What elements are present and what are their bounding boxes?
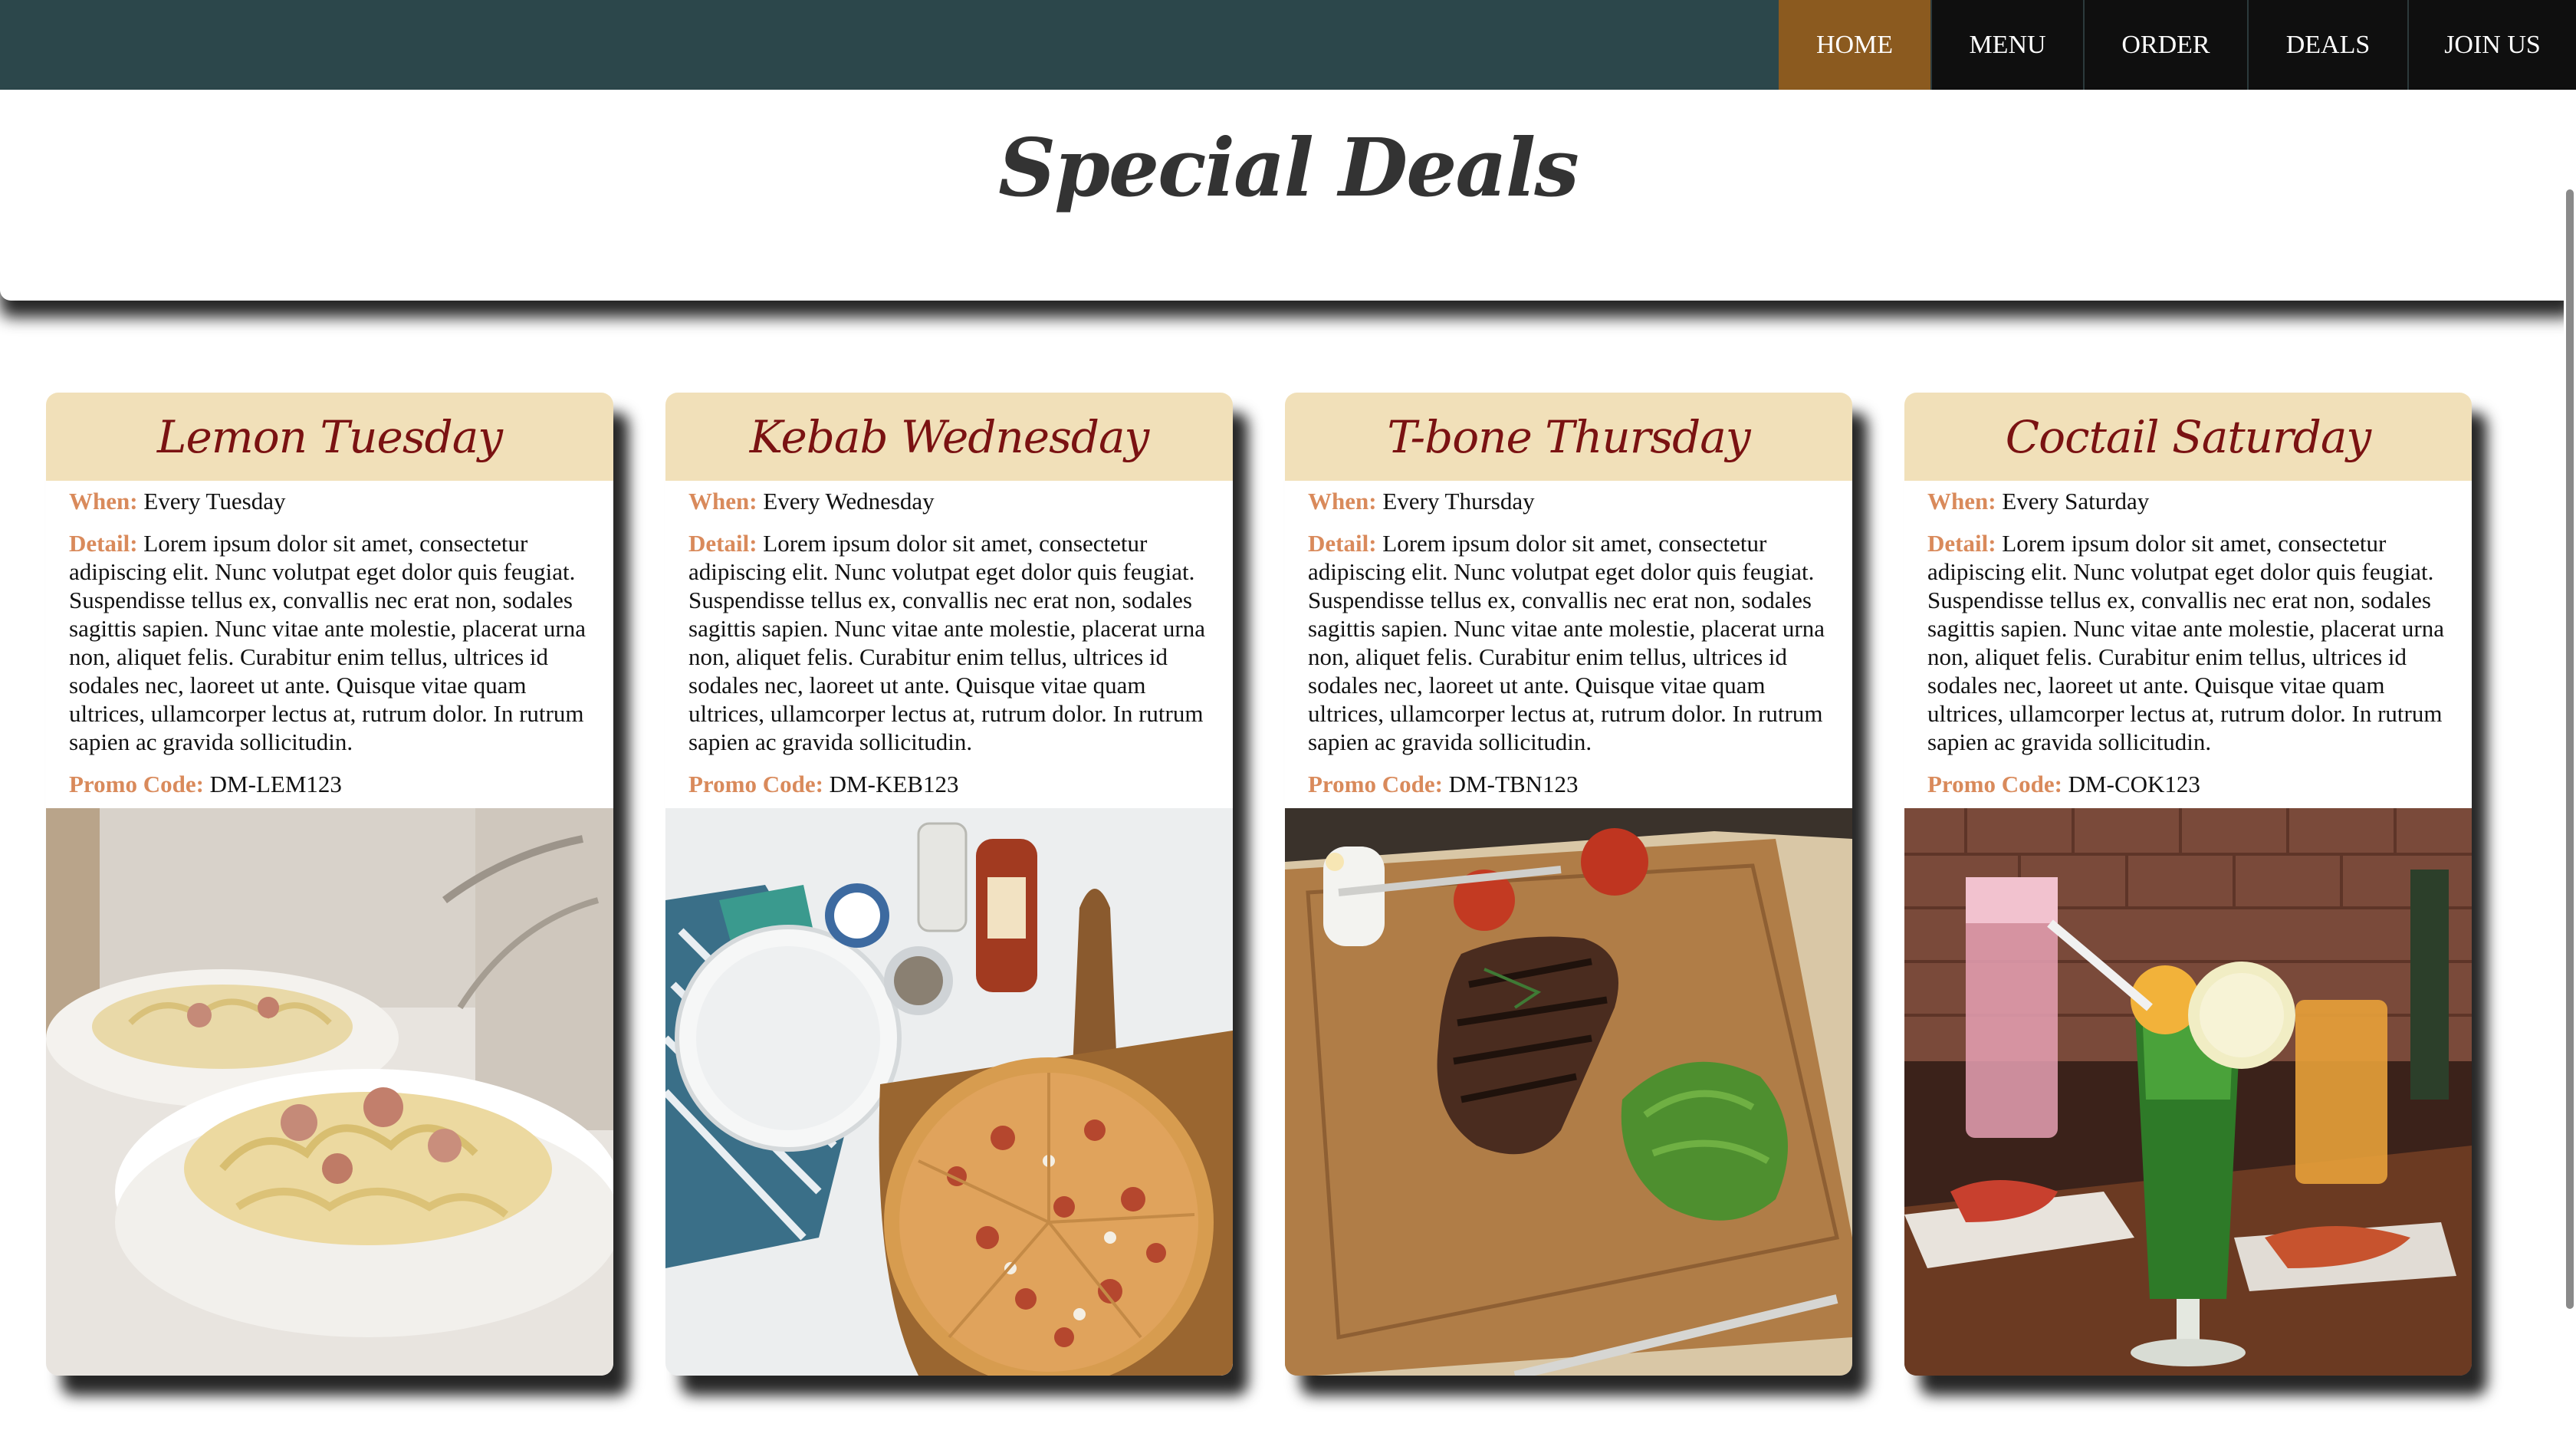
nav-deals-link[interactable]: DEALS xyxy=(2247,0,2407,90)
deal-card-header: T-bone Thursday xyxy=(1285,393,1852,481)
deal-promo: Promo Code: DM-COK123 xyxy=(1927,770,2463,798)
when-label: When: xyxy=(1927,488,1996,515)
deal-promo: Promo Code: DM-TBN123 xyxy=(1308,770,1843,798)
when-value: Every Thursday xyxy=(1382,488,1535,515)
deal-card-header: Coctail Saturday xyxy=(1904,393,2472,481)
deal-when: When: Every Saturday xyxy=(1927,487,2463,515)
detail-label: Detail: xyxy=(1927,530,1996,557)
scrollbar-thumb[interactable] xyxy=(2566,189,2574,1309)
when-label: When: xyxy=(1308,488,1377,515)
deal-card-tbone-thursday: T-bone Thursday When: Every Thursday Det… xyxy=(1285,393,1852,1376)
page-header: Special Deals xyxy=(0,90,2576,301)
deal-title: Kebab Wednesday xyxy=(749,410,1150,463)
deal-card-kebab-wednesday: Kebab Wednesday When: Every Wednesday De… xyxy=(665,393,1233,1376)
promo-label: Promo Code: xyxy=(1308,771,1443,797)
deal-card-header: Lemon Tuesday xyxy=(46,393,613,481)
when-label: When: xyxy=(688,488,757,515)
deal-title: Coctail Saturday xyxy=(2005,410,2371,463)
nav-order-link[interactable]: ORDER xyxy=(2083,0,2247,90)
detail-label: Detail: xyxy=(69,530,138,557)
deal-detail: Detail: Lorem ipsum dolor sit amet, cons… xyxy=(1308,529,1843,756)
when-label: When: xyxy=(69,488,138,515)
page-title: Special Deals xyxy=(998,120,1579,215)
detail-value: Lorem ipsum dolor sit amet, consectetur … xyxy=(1308,530,1825,755)
detail-value: Lorem ipsum dolor sit amet, consectetur … xyxy=(69,530,586,755)
page-scrollbar[interactable] xyxy=(2564,90,2576,1440)
deal-title: T-bone Thursday xyxy=(1387,410,1750,463)
detail-value: Lorem ipsum dolor sit amet, consectetur … xyxy=(1927,530,2445,755)
nav-home-link[interactable]: HOME xyxy=(1779,0,1930,90)
deal-card-body: When: Every Thursday Detail: Lorem ipsum… xyxy=(1285,481,1852,798)
deal-card-coctail-saturday: Coctail Saturday When: Every Saturday De… xyxy=(1904,393,2472,1376)
deal-card-body: When: Every Tuesday Detail: Lorem ipsum … xyxy=(46,481,613,798)
deal-card-body: When: Every Saturday Detail: Lorem ipsum… xyxy=(1904,481,2472,798)
deal-detail: Detail: Lorem ipsum dolor sit amet, cons… xyxy=(69,529,604,756)
cocktail-glass-image xyxy=(1904,808,2472,1376)
promo-code: DM-LEM123 xyxy=(209,771,342,797)
detail-label: Detail: xyxy=(688,530,757,557)
deal-promo: Promo Code: DM-LEM123 xyxy=(69,770,604,798)
promo-code: DM-KEB123 xyxy=(829,771,959,797)
detail-value: Lorem ipsum dolor sit amet, consectetur … xyxy=(688,530,1206,755)
deal-cards: Lemon Tuesday When: Every Tuesday Detail… xyxy=(46,393,2472,1376)
promo-label: Promo Code: xyxy=(1927,771,2062,797)
deal-promo: Promo Code: DM-KEB123 xyxy=(688,770,1224,798)
when-value: Every Wednesday xyxy=(763,488,935,515)
promo-label: Promo Code: xyxy=(69,771,204,797)
when-value: Every Saturday xyxy=(2002,488,2150,515)
deal-when: When: Every Tuesday xyxy=(69,487,604,515)
top-navbar: HOME MENU ORDER DEALS JOIN US xyxy=(0,0,2576,90)
detail-label: Detail: xyxy=(1308,530,1377,557)
steak-board-image xyxy=(1285,808,1852,1376)
when-value: Every Tuesday xyxy=(143,488,286,515)
promo-code: DM-TBN123 xyxy=(1448,771,1579,797)
promo-label: Promo Code: xyxy=(688,771,823,797)
deal-detail: Detail: Lorem ipsum dolor sit amet, cons… xyxy=(688,529,1224,756)
nav-menu-link[interactable]: MENU xyxy=(1930,0,2083,90)
deal-title: Lemon Tuesday xyxy=(156,410,503,463)
deal-detail: Detail: Lorem ipsum dolor sit amet, cons… xyxy=(1927,529,2463,756)
deal-card-lemon-tuesday: Lemon Tuesday When: Every Tuesday Detail… xyxy=(46,393,613,1376)
pizza-board-image xyxy=(665,808,1233,1376)
pasta-carbonara-image xyxy=(46,808,613,1376)
deal-card-body: When: Every Wednesday Detail: Lorem ipsu… xyxy=(665,481,1233,798)
deal-when: When: Every Thursday xyxy=(1308,487,1843,515)
deal-when: When: Every Wednesday xyxy=(688,487,1224,515)
nav-menu: HOME MENU ORDER DEALS JOIN US xyxy=(1779,0,2576,90)
deal-card-header: Kebab Wednesday xyxy=(665,393,1233,481)
promo-code: DM-COK123 xyxy=(2068,771,2200,797)
nav-join-us-link[interactable]: JOIN US xyxy=(2407,0,2576,90)
